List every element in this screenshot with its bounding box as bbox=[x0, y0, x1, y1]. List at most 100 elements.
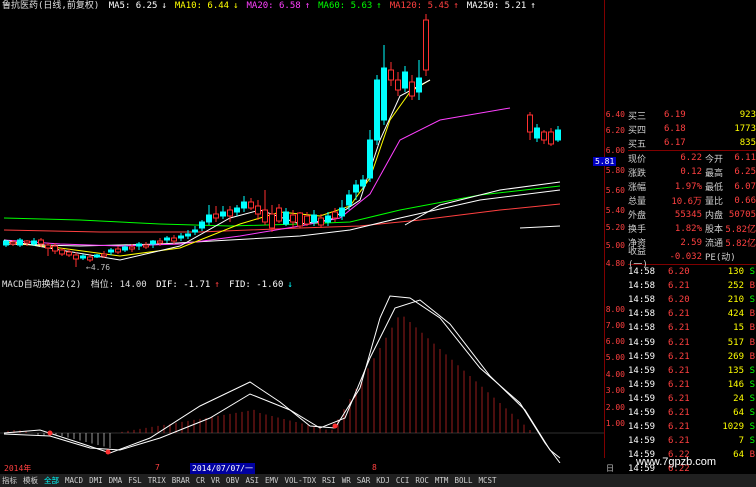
cross-marker bbox=[47, 430, 53, 436]
stat-value: 6.11 bbox=[734, 153, 756, 164]
tick-price: 6.21 bbox=[668, 281, 690, 292]
indicator-tab[interactable]: BOLL bbox=[454, 476, 472, 485]
order-row[interactable]: 买四 6.18 1773 bbox=[628, 122, 756, 136]
stat-value: 5.82亿 bbox=[725, 239, 756, 250]
stat-label: 内盘 bbox=[705, 211, 724, 222]
tick-time: 14:59 bbox=[628, 422, 656, 433]
ma-value: MA20: 6.58 bbox=[246, 1, 301, 11]
candle bbox=[31, 240, 37, 245]
tick-side: B bbox=[749, 281, 755, 292]
trade-tick-row: 14:58 6.21 15 B bbox=[628, 321, 756, 335]
tick-time: 14:58 bbox=[628, 309, 656, 320]
candle bbox=[178, 235, 184, 239]
indicator-tab[interactable]: MTM bbox=[435, 476, 449, 485]
candlestick-canvas[interactable]: ←4.76 bbox=[0, 0, 604, 278]
price-tick: 5.40 bbox=[605, 206, 625, 215]
candle bbox=[332, 211, 338, 219]
indicator-tab[interactable]: 全部 bbox=[44, 475, 59, 486]
indicator-tab[interactable]: DMI bbox=[89, 476, 103, 485]
candle bbox=[45, 244, 51, 249]
indicator-tab[interactable]: FSL bbox=[128, 476, 142, 485]
macd-name: MACD自动换档2(2) bbox=[2, 280, 82, 290]
stat-label: 量比 bbox=[705, 197, 724, 208]
ma-legend-item: MA5: 6.25 ↓ bbox=[109, 1, 171, 11]
ma-value: MA5: 6.25 bbox=[108, 1, 158, 11]
candle bbox=[318, 217, 324, 226]
macd-legend: MACD自动换档2(2) 档位: 14.00 DIF: -1.71 ↑ FID: … bbox=[2, 280, 297, 291]
indicator-tab[interactable]: VR bbox=[211, 476, 220, 485]
macd-chart[interactable]: MACD自动换档2(2) 档位: 14.00 DIF: -1.71 ↑ FID: … bbox=[0, 278, 604, 463]
tick-time: 14:58 bbox=[628, 281, 656, 292]
stat-value: 1.82% bbox=[674, 223, 702, 234]
ma-arrow-icon: ↓ bbox=[233, 1, 239, 11]
order-price: 6.17 bbox=[664, 138, 686, 149]
indicator-tab[interactable]: SAR bbox=[357, 476, 371, 485]
stat-row: 总量 10.6万 量比 0.66 bbox=[628, 194, 756, 208]
indicator-tab[interactable]: CCI bbox=[396, 476, 410, 485]
candle bbox=[136, 243, 142, 247]
stat-value: 2.59 bbox=[680, 237, 702, 248]
ma-arrow-icon: ↑ bbox=[304, 1, 311, 11]
trade-tick-row: 14:59 6.21 517 B bbox=[628, 336, 756, 350]
candlestick-chart[interactable]: ←4.76 鲁抗医药(日线,前复权) MA5: 6.25 ↓ MA10: 6.44 ↓… bbox=[0, 0, 604, 278]
order-label: 买五 bbox=[628, 139, 647, 150]
price-tick: 6.20 bbox=[605, 126, 625, 135]
candle bbox=[388, 69, 394, 81]
tick-side: S bbox=[749, 267, 755, 278]
indicator-tab[interactable]: 指标 bbox=[2, 475, 17, 486]
price-tick: 5.00 bbox=[605, 241, 625, 250]
order-row[interactable]: 买三 6.19 923 bbox=[628, 108, 756, 122]
indicator-tab[interactable]: ROC bbox=[415, 476, 429, 485]
indicator-tab[interactable]: MACD bbox=[65, 476, 83, 485]
trade-tick-row: 14:58 6.21 252 B bbox=[628, 279, 756, 293]
tick-time: 14:58 bbox=[628, 323, 656, 334]
macd-axis: 8.00 7.00 6.00 5.00 4.00 3.00 2.00 1.00 bbox=[604, 278, 629, 458]
indicator-tab[interactable]: TRIX bbox=[148, 476, 166, 485]
stat-label: 总量 bbox=[628, 197, 647, 208]
tick-side: S bbox=[749, 408, 755, 419]
time-label-day: 日 bbox=[606, 464, 614, 473]
order-label: 买三 bbox=[628, 111, 647, 122]
macd-dif: DIF: -1.71 bbox=[156, 280, 211, 290]
candle bbox=[129, 246, 135, 250]
indicator-tab[interactable]: OBV bbox=[226, 476, 240, 485]
indicator-tab[interactable]: KDJ bbox=[376, 476, 390, 485]
indicator-tab[interactable]: 模板 bbox=[23, 475, 38, 486]
ma-arrow-icon: ↑ bbox=[453, 1, 459, 11]
tick-side: S bbox=[749, 393, 755, 404]
indicator-tab[interactable]: MCST bbox=[479, 476, 497, 485]
cross-marker bbox=[105, 449, 111, 455]
order-row[interactable]: 买五 6.17 835 bbox=[628, 136, 756, 150]
indicator-tab[interactable]: CR bbox=[196, 476, 205, 485]
indicator-tab[interactable]: VOL-TDX bbox=[285, 476, 317, 485]
candle bbox=[548, 131, 554, 145]
tick-volume: 135 bbox=[727, 365, 744, 376]
stat-value: 1.97% bbox=[674, 181, 702, 192]
stat-value: 6.07 bbox=[734, 181, 756, 192]
candle bbox=[290, 214, 296, 223]
tick-price: 6.20 bbox=[668, 295, 690, 306]
tick-price: 6.21 bbox=[668, 309, 690, 320]
fid-arrow-icon: ↓ bbox=[287, 280, 293, 290]
indicator-tab[interactable]: ASI bbox=[245, 476, 259, 485]
tick-volume: 517 bbox=[727, 337, 744, 348]
tick-volume: 424 bbox=[727, 309, 744, 320]
stat-row: 换手 1.82% 股本 5.82亿 bbox=[628, 222, 756, 236]
candle bbox=[171, 237, 177, 242]
candle bbox=[87, 256, 93, 261]
candle bbox=[38, 239, 44, 245]
macd-gear: 档位: 14.00 bbox=[90, 280, 147, 290]
macd-canvas[interactable] bbox=[0, 278, 604, 463]
candle bbox=[234, 207, 240, 213]
indicator-tab[interactable]: EMV bbox=[265, 476, 279, 485]
tick-volume: 64 bbox=[733, 408, 744, 419]
indicator-tab[interactable]: WR bbox=[342, 476, 351, 485]
stat-row: 涨幅 1.97% 最低 6.07 bbox=[628, 179, 756, 194]
current-price-label: 5.81 bbox=[593, 157, 617, 166]
trade-tick-row: 14:58 6.20 210 S bbox=[628, 293, 756, 307]
indicator-tab[interactable]: DMA bbox=[109, 476, 123, 485]
tick-side: B bbox=[749, 323, 755, 334]
indicator-tab[interactable]: BRAR bbox=[172, 476, 190, 485]
candle bbox=[199, 221, 205, 229]
indicator-tab[interactable]: RSI bbox=[322, 476, 336, 485]
